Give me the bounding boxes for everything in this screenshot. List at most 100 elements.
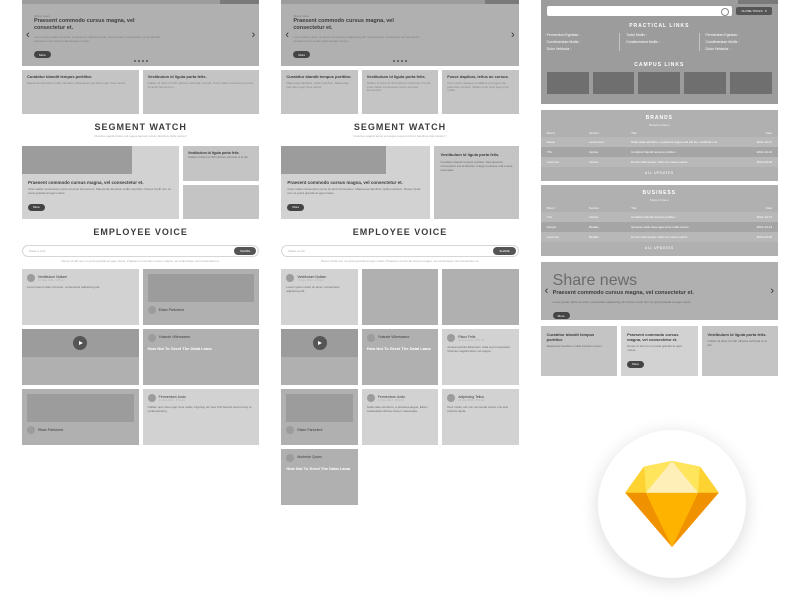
promo-tile[interactable]: Curabitur blandit tempus porttitor.Maece… [281, 70, 357, 114]
feed-card[interactable]: Vestibulum Nullam17 June 2014 · 4:35 pmL… [281, 269, 357, 325]
table-row[interactable]: LancomeMediasDonec ullamcorper nulla non… [541, 232, 778, 242]
segment-mini[interactable] [183, 185, 259, 220]
hero-sub: Lorem ipsum dolor sit amet, consectetur … [293, 35, 421, 43]
hero2-more-button[interactable]: More [553, 312, 570, 319]
author: Etiam Parturient [159, 308, 184, 312]
search-input[interactable] [547, 6, 733, 16]
share-button[interactable]: SHARE [234, 247, 256, 255]
avatar [148, 334, 156, 342]
hero-pager[interactable] [393, 60, 407, 62]
practical-link[interactable]: Fermentum Egestas [706, 33, 772, 37]
hero-more-button[interactable]: More [293, 51, 310, 58]
feed-card[interactable] [362, 269, 438, 325]
feed-card[interactable] [281, 329, 357, 385]
segment-mini[interactable]: Vestibulum id ligula porta felis.Nullam … [183, 146, 259, 181]
promo-row: Curabitur blandit tempus porttitor.Maece… [281, 70, 518, 114]
wireframe-col-3: HOMENEWSTEAMBRANDBRANDSYOUR CAMPUS CLOSE… [541, 0, 778, 376]
timestamp: 17 June 2014 · 4:35 pm [297, 279, 326, 282]
play-icon[interactable] [313, 336, 327, 350]
practical-link[interactable]: Condimentum Mollis [626, 40, 692, 44]
campus-link[interactable] [730, 72, 772, 94]
nav-item[interactable]: HOME [541, 0, 581, 4]
segment-more-button[interactable]: More [287, 204, 304, 211]
hero-next-icon[interactable]: › [252, 29, 256, 41]
close-tools-button[interactable]: CLOSE TOOLS✕ [736, 7, 772, 15]
feed-card[interactable]: Yolande Villemazeur17 June 2014 · 4:35 p… [362, 329, 438, 385]
nav-item[interactable]: TEAM [620, 0, 660, 4]
promo-tile[interactable]: Vestibulum id ligula porta felis.Nullam … [143, 70, 260, 114]
practical-link[interactable]: Fermentum Egestas [547, 33, 613, 37]
segment-side[interactable]: Vestibulum id ligula porta felis. Curabi… [434, 146, 518, 219]
practical-link[interactable]: Condimentum Mollis [547, 40, 613, 44]
feed-card[interactable]: Yolande Villemazeur17 June 2014 · 4:35 p… [143, 329, 260, 385]
campus-heading: CAMPUS LINKS [541, 57, 778, 72]
segment-main[interactable]: Praesent commodo cursus magna, vel conse… [22, 146, 179, 219]
table-row[interactable]: DieselLancementNulla vitae elit libero, … [541, 137, 778, 147]
promo-tile[interactable]: Vestibulum id ligula porta felis.Nullam … [362, 70, 438, 114]
campus-link[interactable] [684, 72, 726, 94]
play-icon[interactable] [73, 336, 87, 350]
brands-table: BRANDS Brands Intranet BrandSectionTitle… [541, 110, 778, 181]
share-button[interactable]: SHARE [493, 247, 515, 255]
table-row[interactable]: LancomeVentesDonec ullamcorper nulla non… [541, 157, 778, 167]
campus-link[interactable] [638, 72, 680, 94]
practical-link[interactable]: Condimentum Mollis [706, 40, 772, 44]
share-input[interactable]: Paste a LinkSHARE [281, 245, 518, 257]
timestamp: 17 June 2014 · 4:35 pm [297, 459, 323, 462]
hero: Share news Praesent commodo cursus magna… [281, 4, 518, 66]
practical-link[interactable]: Dolor Vehicula [706, 47, 772, 51]
hero-prev-icon[interactable]: ‹ [545, 285, 549, 297]
author: Etiam Parturient [38, 428, 63, 432]
feed-card[interactable]: Morbnde Quam17 June 2014 · 4:35 pmHow No… [281, 449, 357, 505]
feed-card[interactable] [442, 269, 518, 325]
campus-link[interactable] [547, 72, 589, 94]
practical-link[interactable]: Dolor Vehicula [547, 47, 613, 51]
feed-card[interactable]: Etiam Parturient [22, 389, 139, 445]
feed-card[interactable]: Vestibulum Nullam17 June 2014 · 4:35 pmL… [22, 269, 139, 325]
share-input[interactable]: Paste a LinkSHARE [22, 245, 259, 257]
timestamp: 12 June 2014 · 8:51 am [458, 339, 484, 342]
promo-tile[interactable]: Fusce dapibus, tellus ac cursus.Cum soci… [442, 70, 518, 114]
nav-item[interactable]: BRAND [659, 0, 699, 4]
feed-card[interactable]: Risus Felis12 June 2014 · 8:51 amAenean … [442, 329, 518, 385]
avatar [286, 426, 294, 434]
avatar [286, 274, 294, 282]
all-updates-link[interactable]: ALL UPDATES [541, 242, 778, 256]
promo-tile[interactable]: Curabitur blandit tempus porttitor.Maece… [22, 70, 139, 114]
promo-tile[interactable]: Vestibulum id ligula porta felis.Nullam … [702, 326, 778, 376]
campus-link[interactable] [593, 72, 635, 94]
search-bar: CLOSE TOOLS✕ [541, 4, 778, 18]
hero-pager[interactable] [134, 60, 148, 62]
all-updates-link[interactable]: ALL UPDATES [541, 167, 778, 181]
feed-card[interactable]: Etiam Parturient [143, 269, 260, 325]
feed-card[interactable]: Adipiscing Tellus12 June 2014 · 8:51 amD… [442, 389, 518, 445]
feed-card[interactable]: Fermentum Justo12 June 2014 · 8:51 amNul… [143, 389, 260, 445]
segment-more-button[interactable]: More [28, 204, 45, 211]
promo-tile[interactable]: Praesent commodo cursus magna, vel conse… [621, 326, 697, 376]
segment-heading: SEGMENT WATCH Vivamus sagittis lacus vel… [281, 114, 518, 142]
nav-item[interactable]: BRANDS [699, 0, 739, 4]
sketch-app-icon [598, 430, 746, 578]
hero-prev-icon[interactable]: ‹ [285, 29, 289, 41]
nav-item[interactable]: YOUR CAMPUS [738, 0, 778, 4]
timestamp: 12 June 2014 · 8:51 am [458, 399, 484, 402]
table-body: YSLVentesCurabitur blandit tempus portti… [541, 212, 778, 242]
feed-card[interactable]: Fermentum Justo12 June 2014 · 8:51 amNul… [362, 389, 438, 445]
table-row[interactable]: YSLVentesCurabitur blandit tempus portti… [541, 147, 778, 157]
share-sub: Donec id elit non mi porta gravida at eg… [281, 259, 518, 263]
table-row[interactable]: GiorgioMediasQuisque iustis risus eget u… [541, 222, 778, 232]
promo-tile[interactable]: Curabitur blandit tempus porttitor.Maece… [541, 326, 617, 376]
segment-main[interactable]: Praesent commodo cursus magna, vel conse… [281, 146, 430, 219]
feed-card[interactable] [22, 329, 139, 385]
avatar [148, 394, 156, 402]
table-row[interactable]: YSLVentesCurabitur blandit tempus portti… [541, 212, 778, 222]
sketch-diamond-icon [625, 461, 719, 547]
hero-next-icon[interactable]: › [770, 285, 774, 297]
feed-card[interactable]: Etiam Parturient [281, 389, 357, 445]
nav-item[interactable]: NEWS [580, 0, 620, 4]
practical-link[interactable]: Tortor Mollis [626, 33, 692, 37]
hero-more-button[interactable]: More [34, 51, 51, 58]
card-body: How Not To Greet The Dalai Lama [286, 466, 352, 471]
hero-next-icon[interactable]: › [511, 29, 515, 41]
hero-prev-icon[interactable]: ‹ [26, 29, 30, 41]
